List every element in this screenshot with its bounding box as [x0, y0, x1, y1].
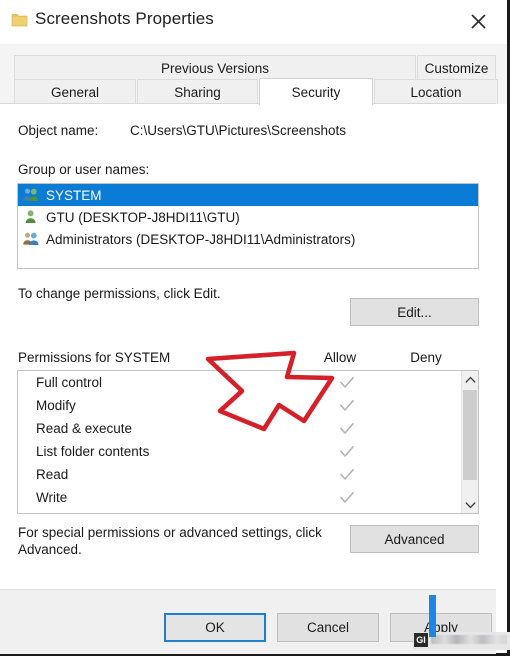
table-row[interactable]: Read & execute [18, 417, 478, 440]
deny-column-header: Deny [410, 350, 442, 365]
permission-name: Read & execute [36, 421, 133, 436]
tab-security[interactable]: Security [259, 78, 373, 105]
list-item-label: Administrators (DESKTOP-J8HDI11\Administ… [46, 231, 356, 247]
tab-label: Location [410, 84, 462, 100]
advanced-button-label: Advanced [384, 531, 445, 547]
permissions-title: Permissions for SYSTEM [18, 350, 171, 365]
table-row[interactable]: Full control [18, 371, 478, 394]
list-item[interactable]: SYSTEM [18, 184, 478, 206]
tab-strip: Previous Versions Customize General Shar… [0, 44, 507, 105]
title-bar: Screenshots Properties [0, 0, 507, 44]
folder-icon [11, 12, 28, 28]
close-icon[interactable] [457, 2, 499, 40]
allow-checkmark-icon[interactable] [321, 445, 373, 459]
advanced-hint-text: For special permissions or advanced sett… [18, 525, 322, 557]
allow-checkmark-icon[interactable] [321, 491, 373, 505]
ok-button-label: OK [205, 620, 225, 635]
blue-caret-bar [429, 595, 436, 637]
tab-label: Sharing [174, 84, 221, 100]
tab-label: Previous Versions [160, 60, 270, 76]
cancel-button[interactable]: Cancel [277, 613, 379, 642]
scrollbar-thumb[interactable] [463, 390, 477, 480]
allow-checkmark-icon[interactable] [321, 468, 373, 482]
list-item[interactable]: Administrators (DESKTOP-J8HDI11\Administ… [18, 228, 478, 250]
permissions-list[interactable]: Full control Modify Read & execute List … [17, 370, 479, 514]
tab-row-top: Previous Versions Customize [14, 55, 496, 80]
tab-label: General [50, 84, 100, 100]
group-icon [22, 187, 40, 203]
edit-hint-text: To change permissions, click Edit. [18, 286, 221, 301]
allow-checkmark-icon[interactable] [321, 376, 373, 390]
permission-name: Full control [36, 375, 103, 390]
object-name-value: C:\Users\GTU\Pictures\Screenshots [130, 123, 347, 138]
tab-previous-versions[interactable]: Previous Versions [14, 55, 416, 80]
user-icon [22, 209, 40, 225]
list-item[interactable]: GTU (DESKTOP-J8HDI11\GTU) [18, 206, 478, 228]
tab-customize[interactable]: Customize [417, 55, 496, 80]
table-row[interactable]: List folder contents [18, 440, 478, 463]
group-or-user-names-list[interactable]: SYSTEM GTU (DESKTOP-J8HDI11\GTU) Adminis… [17, 183, 479, 269]
permission-name: Write [36, 490, 68, 505]
permission-name: Modify [36, 398, 76, 413]
watermark-overlay: GI [413, 632, 510, 650]
object-name-label: Object name: [18, 123, 99, 138]
permissions-scrollbar[interactable] [461, 371, 478, 513]
tab-row-bottom: General Sharing Security Location [14, 78, 498, 105]
tab-label: Customize [424, 60, 489, 76]
tab-general[interactable]: General [14, 79, 136, 104]
security-tab-page: Object name: C:\Users\GTU\Pictures\Scree… [0, 103, 496, 589]
window-title: Screenshots Properties [35, 9, 214, 28]
watermark-mark: GI [414, 633, 428, 647]
tab-sharing[interactable]: Sharing [137, 79, 258, 104]
group-names-label: Group or user names: [18, 162, 150, 177]
chevron-up-icon[interactable] [462, 371, 478, 388]
allow-checkmark-icon[interactable] [321, 422, 373, 436]
table-row[interactable]: Read [18, 463, 478, 486]
table-row[interactable]: Modify [18, 394, 478, 417]
chevron-down-icon[interactable] [462, 496, 478, 513]
permission-name: List folder contents [36, 444, 150, 459]
properties-dialog: Screenshots Properties Previous Versions… [0, 0, 510, 656]
table-row[interactable]: Write [18, 486, 478, 509]
list-item-label: GTU (DESKTOP-J8HDI11\GTU) [46, 209, 240, 225]
list-item-label: SYSTEM [46, 187, 102, 203]
advanced-button[interactable]: Advanced [350, 525, 479, 553]
allow-column-header: Allow [323, 350, 357, 365]
ok-button[interactable]: OK [164, 613, 266, 642]
tab-label: Security [291, 84, 341, 100]
cancel-button-label: Cancel [306, 620, 350, 635]
edit-button[interactable]: Edit... [350, 298, 479, 326]
group-icon [22, 231, 40, 247]
allow-checkmark-icon[interactable] [321, 399, 373, 413]
permission-name: Read [36, 467, 69, 482]
watermark-blurred-text [431, 635, 507, 644]
tab-location[interactable]: Location [374, 79, 498, 104]
edit-button-label: Edit... [397, 304, 432, 320]
